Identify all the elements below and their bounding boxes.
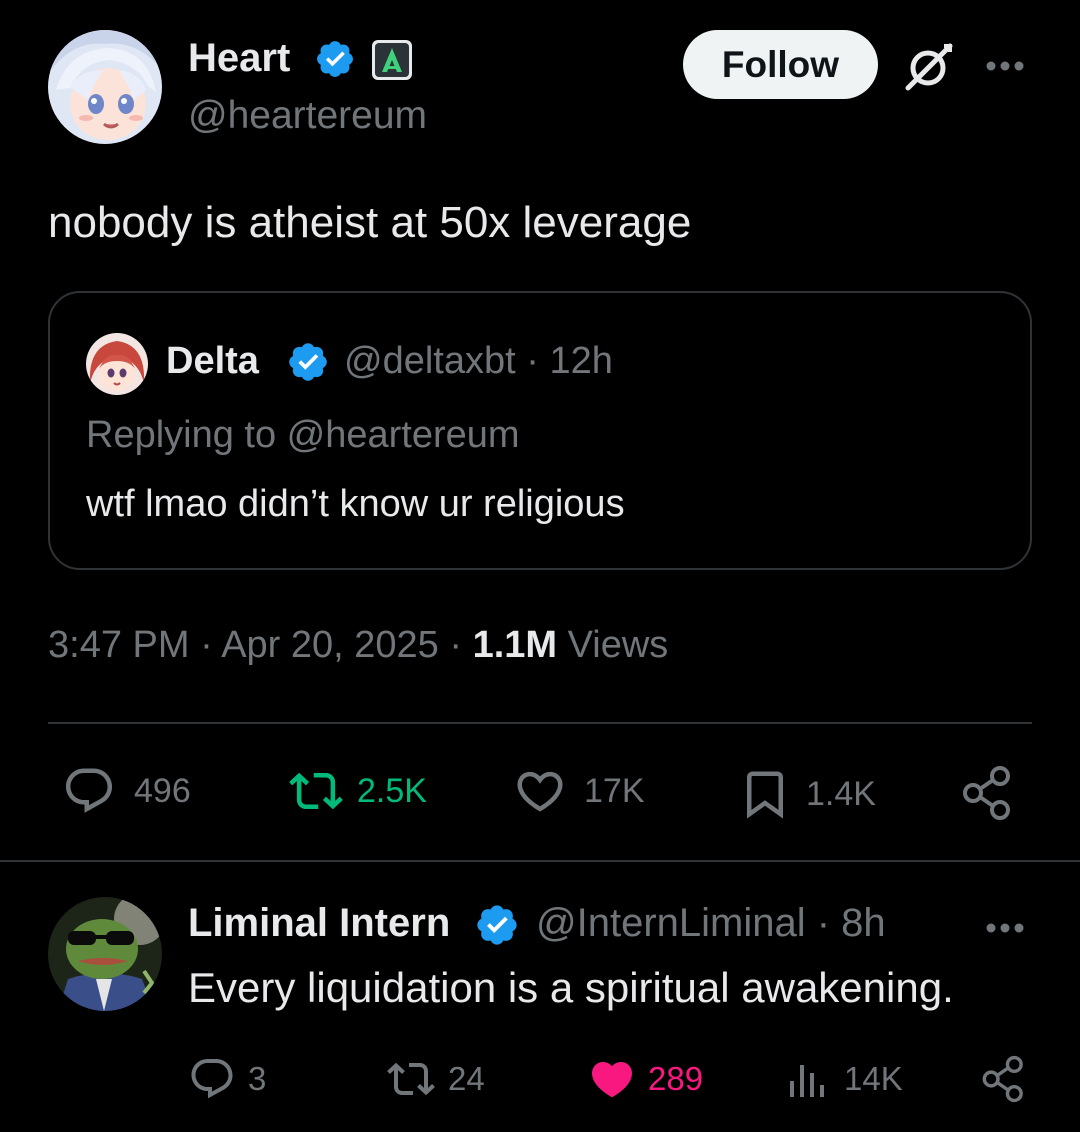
quoted-author-display-name[interactable]: Delta xyxy=(166,338,259,384)
reply-action[interactable]: 496 xyxy=(62,764,191,818)
reply-like-action[interactable]: 289 xyxy=(586,1055,703,1103)
reply-handle-and-time[interactable]: @InternLiminal · 8h xyxy=(536,898,886,948)
reply-author-display-name[interactable]: Liminal Intern xyxy=(188,898,450,948)
views-label: Views xyxy=(557,624,669,666)
like-count: 17K xyxy=(584,771,645,810)
bookmark-action[interactable]: 1.4K xyxy=(738,764,876,824)
views-count: 1.1M xyxy=(472,624,558,666)
repost-icon xyxy=(387,1062,435,1096)
reply-count: 496 xyxy=(134,771,191,810)
reply-icon xyxy=(65,768,113,813)
author-avatar[interactable] xyxy=(48,30,162,144)
quoted-author-avatar[interactable] xyxy=(86,333,148,395)
share-icon xyxy=(982,1055,1023,1103)
share-button[interactable] xyxy=(960,764,1016,822)
affiliation-badge-icon[interactable] xyxy=(372,40,412,80)
quoted-handle-and-time[interactable]: @deltaxbt · 12h xyxy=(344,338,613,384)
reply-icon xyxy=(191,1059,233,1099)
reply-share-button[interactable] xyxy=(980,1054,1028,1104)
quoted-verified-badge-icon xyxy=(286,340,330,384)
quoted-tweet-text: wtf lmao didn’t know ur religious xyxy=(86,483,625,525)
more-dots-icon[interactable] xyxy=(982,46,1028,86)
reply-reply-count: 3 xyxy=(248,1060,267,1097)
repost-icon xyxy=(289,772,343,810)
tweet-timestamp[interactable]: 3:47 PM · Apr 20, 2025 · xyxy=(48,624,473,666)
reply-more-dots-icon[interactable] xyxy=(982,908,1028,948)
reply-verified-badge-icon xyxy=(474,902,520,948)
bookmark-icon xyxy=(747,771,783,819)
reply-repost-action[interactable]: 24 xyxy=(384,1055,485,1103)
reply-views-count: 14K xyxy=(844,1060,903,1097)
heart-icon xyxy=(517,771,563,812)
share-icon xyxy=(963,766,1010,820)
divider xyxy=(0,860,1080,862)
author-display-name[interactable]: Heart xyxy=(188,34,290,82)
reply-repost-count: 24 xyxy=(448,1060,485,1097)
reply-reply-action[interactable]: 3 xyxy=(188,1055,266,1103)
repost-count: 2.5K xyxy=(357,771,427,810)
author-handle[interactable]: @heartereum xyxy=(188,92,427,140)
follow-button[interactable]: Follow xyxy=(683,30,878,99)
repost-action[interactable]: 2.5K xyxy=(285,764,427,818)
reply-text: Every liquidation is a spiritual awakeni… xyxy=(188,964,954,1011)
reply-author-avatar[interactable] xyxy=(48,897,162,1011)
heart-filled-icon xyxy=(591,1062,633,1098)
reply-like-count: 289 xyxy=(648,1060,704,1097)
quoted-replying-to: Replying to @heartereum xyxy=(86,414,520,456)
tweet-text: nobody is atheist at 50x leverage xyxy=(48,198,692,247)
grok-icon[interactable] xyxy=(900,38,956,94)
views-chart-icon xyxy=(790,1065,824,1097)
like-action[interactable]: 17K xyxy=(512,764,645,818)
verified-badge-icon xyxy=(314,38,356,80)
divider xyxy=(48,722,1032,724)
reply-views-action[interactable]: 14K xyxy=(786,1055,903,1103)
bookmark-count: 1.4K xyxy=(806,774,876,813)
tweet-timestamp-row: 3:47 PM · Apr 20, 2025 · 1.1M Views xyxy=(48,620,668,670)
